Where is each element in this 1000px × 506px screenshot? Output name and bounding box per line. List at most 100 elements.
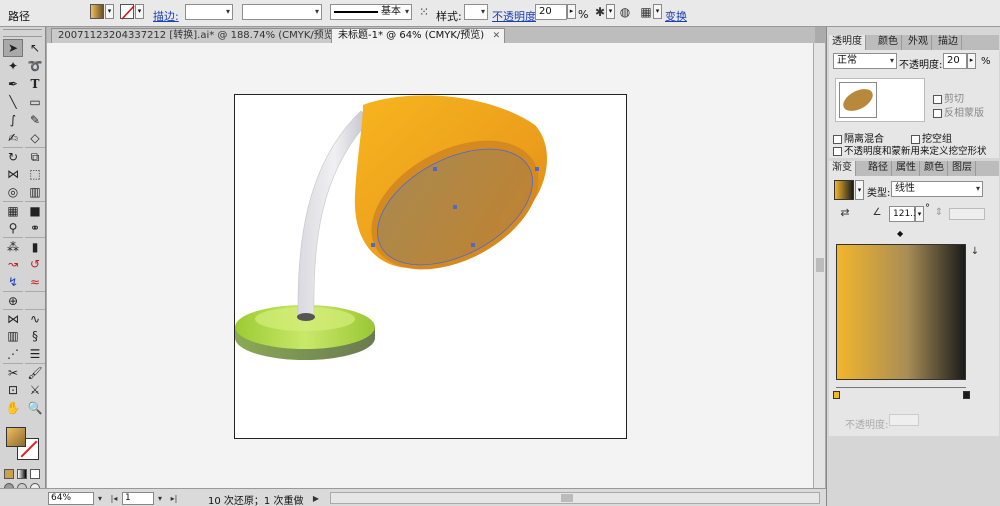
- reverse-gradient-icon[interactable]: ⇄: [837, 205, 853, 221]
- page-dropdown-icon[interactable]: ▾: [154, 492, 166, 505]
- liquify-tool-icon[interactable]: §: [25, 327, 45, 345]
- shape-builder-tool-icon[interactable]: ◎: [3, 183, 23, 201]
- anchor-point[interactable]: [535, 167, 539, 171]
- first-page-icon[interactable]: |◂: [108, 492, 120, 505]
- eraser-tool-icon[interactable]: ◇: [25, 129, 45, 147]
- gradient-preview[interactable]: [836, 244, 966, 380]
- vertical-scroll-thumb[interactable]: [816, 258, 824, 272]
- pen-tool-icon[interactable]: ✒: [3, 75, 23, 93]
- tab-transparency[interactable]: 透明度: [829, 35, 866, 50]
- warp-tool-icon[interactable]: ↝: [3, 255, 23, 273]
- paintbrush-tool-icon[interactable]: ∫: [3, 111, 23, 129]
- horizontal-scrollbar[interactable]: [330, 492, 820, 504]
- rectangle-tool-icon[interactable]: ▭: [25, 93, 45, 111]
- gradient-stop-end[interactable]: [963, 391, 970, 399]
- stroke-link[interactable]: 描边:: [153, 8, 179, 24]
- canvas-area[interactable]: [47, 43, 813, 488]
- object-thumbnail[interactable]: [839, 82, 877, 118]
- artboard-tool-icon[interactable]: ⊡: [3, 381, 23, 399]
- slice-tool-icon[interactable]: ✂: [3, 363, 23, 381]
- twirl-tool-icon[interactable]: ↺: [25, 255, 45, 273]
- opacity-mask-checkbox[interactable]: [833, 147, 842, 156]
- type-tool-icon[interactable]: T: [25, 75, 45, 93]
- opacity-stepper[interactable]: ▸: [567, 4, 576, 19]
- panel-grip[interactable]: [3, 29, 42, 37]
- stroke-swatch[interactable]: [120, 4, 135, 20]
- opacity-field[interactable]: 20: [535, 4, 567, 20]
- zoom-tool-icon[interactable]: 🔍: [25, 399, 45, 417]
- lamp-artwork[interactable]: [235, 95, 628, 440]
- angle-field[interactable]: 121.3: [889, 206, 919, 222]
- perspective-grid-tool-icon[interactable]: ▥: [25, 183, 45, 201]
- envelope-distort-icon[interactable]: ⋈: [3, 309, 23, 327]
- knife-tool-icon[interactable]: ⚔: [25, 381, 45, 399]
- gradient-mode-icon[interactable]: [17, 469, 27, 479]
- direct-selection-tool-icon[interactable]: ↖: [25, 39, 45, 57]
- document-tab[interactable]: 20071123204337212 [转换].ai* @ 188.74% (CM…: [51, 28, 359, 43]
- symbol-sprayer-tool-icon[interactable]: ⁂: [3, 237, 23, 255]
- anchor-point[interactable]: [471, 243, 475, 247]
- list-icon[interactable]: ☰: [25, 345, 45, 363]
- lasso-tool-icon[interactable]: ➰: [25, 57, 45, 75]
- blob-brush-tool-icon[interactable]: ✍: [3, 129, 23, 147]
- document-tab-active[interactable]: 未标题-1* @ 64% (CMYK/预览) ✕: [331, 28, 506, 43]
- stroke-weight-field[interactable]: ▾: [185, 4, 233, 20]
- anchor-point[interactable]: [371, 243, 375, 247]
- wrinkle-tool-icon[interactable]: ≈: [25, 273, 45, 291]
- recolor-dropdown[interactable]: ▾: [606, 4, 615, 19]
- gradient-tool-icon[interactable]: ■: [25, 201, 45, 219]
- graphic-style-select[interactable]: ▾: [464, 4, 488, 20]
- panel-opacity-field[interactable]: 20: [943, 53, 967, 69]
- live-paint-tool-icon[interactable]: 🖌: [25, 363, 45, 381]
- align-dropdown[interactable]: ▾: [653, 4, 662, 19]
- fill-box[interactable]: [6, 427, 26, 447]
- panel-opacity-stepper[interactable]: ▸: [967, 53, 976, 69]
- pencil-tool-icon[interactable]: ✎: [25, 111, 45, 129]
- tab-pathfinder[interactable]: 路径: [865, 161, 892, 176]
- vertical-scrollbar[interactable]: [813, 43, 825, 488]
- tab-color[interactable]: 颜色: [875, 35, 902, 50]
- last-page-icon[interactable]: ▸|: [168, 492, 180, 505]
- pucker-tool-icon[interactable]: ↯: [3, 273, 23, 291]
- line-tool-icon[interactable]: ╲: [3, 93, 23, 111]
- status-menu-icon[interactable]: ▶: [310, 492, 322, 505]
- stroke-dropdown[interactable]: ▾: [135, 4, 144, 19]
- selection-tool-icon[interactable]: ➤: [3, 39, 23, 57]
- gradient-swatch[interactable]: [834, 180, 854, 200]
- clip-checkbox[interactable]: [933, 94, 942, 104]
- fill-dropdown[interactable]: ▾: [105, 4, 114, 19]
- transform-link[interactable]: 变换: [665, 8, 687, 24]
- fill-swatch[interactable]: [90, 4, 104, 19]
- gradient-type-select[interactable]: 线性 ▾: [891, 181, 983, 197]
- hand-tool-icon[interactable]: ✋: [3, 399, 23, 417]
- crosshair-icon[interactable]: ⊕: [3, 291, 23, 309]
- width-tool-icon[interactable]: ⋈: [3, 165, 23, 183]
- globe-icon[interactable]: ◍: [617, 4, 633, 20]
- anchor-point[interactable]: [433, 167, 437, 171]
- angle-dropdown[interactable]: ▾: [915, 206, 924, 222]
- variable-width-field[interactable]: ▾: [242, 4, 322, 20]
- wave-icon[interactable]: ∿: [25, 309, 45, 327]
- column-graph-tool-icon[interactable]: ▮: [25, 237, 45, 255]
- brush-profile-select[interactable]: 基本 ▾: [330, 4, 412, 20]
- align-icon[interactable]: ▦: [638, 4, 654, 20]
- close-icon[interactable]: ✕: [493, 29, 501, 43]
- gradient-swatch-dropdown[interactable]: ▾: [855, 180, 864, 200]
- rotate-tool-icon[interactable]: ↻: [3, 147, 23, 165]
- scale-tool-icon[interactable]: ⧉: [25, 147, 45, 165]
- tab-gradient[interactable]: 渐变: [829, 161, 856, 176]
- eyedropper-tool-icon[interactable]: ⚲: [3, 219, 23, 237]
- free-transform-tool-icon[interactable]: ⬚: [25, 165, 45, 183]
- gradient-slider[interactable]: [833, 387, 970, 399]
- opacity-link[interactable]: 不透明度: [492, 8, 536, 24]
- tab-appearance[interactable]: 外观: [905, 35, 932, 50]
- tab-stroke[interactable]: 描边: [935, 35, 962, 50]
- tab-layers[interactable]: 图层: [949, 161, 976, 176]
- mesh-tool-icon[interactable]: ▦: [3, 201, 23, 219]
- center-point[interactable]: [453, 205, 457, 209]
- zigzag-tool-icon[interactable]: ⋰: [3, 345, 23, 363]
- midpoint-diamond-icon[interactable]: ◆: [897, 229, 903, 238]
- tab-color[interactable]: 颜色: [921, 161, 948, 176]
- artboard[interactable]: [234, 94, 627, 439]
- blend-mode-select[interactable]: 正常 ▾: [833, 53, 897, 69]
